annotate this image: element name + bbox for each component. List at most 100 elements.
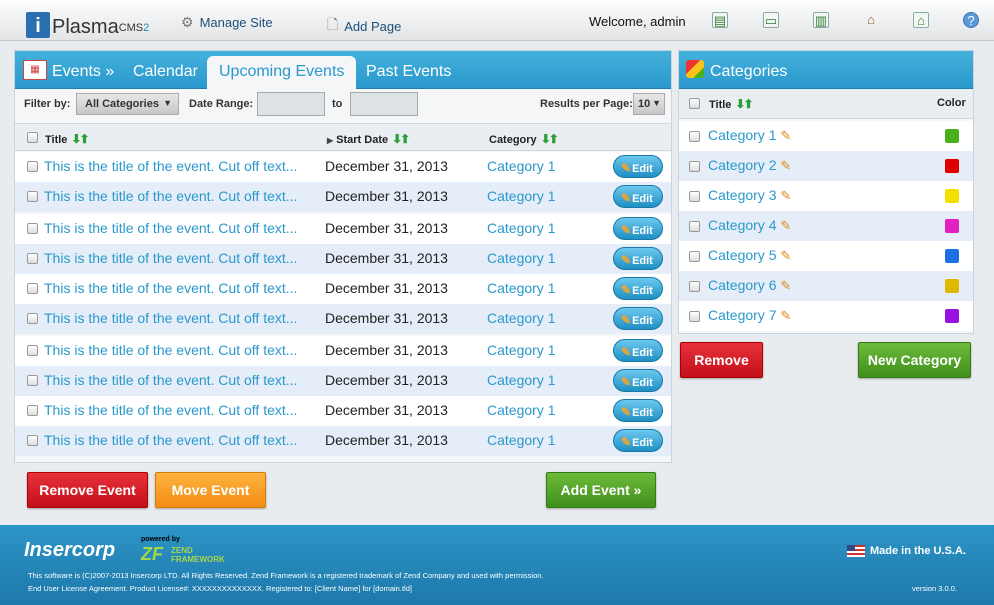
edit-event-button[interactable]: ✎Edit <box>613 277 663 300</box>
category-checkbox[interactable] <box>689 131 700 142</box>
pencil-icon[interactable]: ✎ <box>780 128 791 143</box>
event-category-link[interactable]: Category 1 <box>487 342 555 358</box>
remove-event-button[interactable]: Remove Event <box>27 472 148 508</box>
plasma-cms-logo[interactable]: i Plasma CMS2 <box>26 12 149 38</box>
zend-framework-logo[interactable]: ZF <box>141 544 163 565</box>
layout-icon[interactable]: ▤ <box>712 12 728 28</box>
category-checkbox[interactable] <box>689 221 700 232</box>
column-start-date[interactable]: ▶ Start Date ⬇⬆ <box>327 132 410 146</box>
category-name-link[interactable]: Category 3 ✎ <box>708 187 791 204</box>
event-category-link[interactable]: Category 1 <box>487 220 555 236</box>
row-checkbox[interactable] <box>27 283 38 294</box>
category-filter-select[interactable]: All Categories ▼ <box>76 93 179 115</box>
edit-event-button[interactable]: ✎Edit <box>613 155 663 178</box>
event-title-link[interactable]: This is the title of the event. Cut off … <box>44 310 297 326</box>
edit-event-button[interactable]: ✎Edit <box>613 369 663 392</box>
row-checkbox[interactable] <box>27 435 38 446</box>
event-category-link[interactable]: Category 1 <box>487 402 555 418</box>
move-event-button[interactable]: Move Event <box>155 472 266 508</box>
row-checkbox[interactable] <box>27 223 38 234</box>
row-checkbox[interactable] <box>27 161 38 172</box>
pencil-icon[interactable]: ✎ <box>780 248 791 263</box>
window-icon[interactable]: ▭ <box>763 12 779 28</box>
category-name-link[interactable]: Category 7 ✎ <box>708 307 791 324</box>
date-range-end-input[interactable] <box>350 92 418 116</box>
manage-site-link[interactable]: ⚙ Manage Site <box>181 14 273 31</box>
table-row[interactable]: This is the title of the event. Cut off … <box>15 336 671 366</box>
category-checkbox[interactable] <box>689 311 700 322</box>
category-name-link[interactable]: Category 4 ✎ <box>708 217 791 234</box>
event-category-link[interactable]: Category 1 <box>487 280 555 296</box>
event-category-link[interactable]: Category 1 <box>487 188 555 204</box>
row-checkbox[interactable] <box>27 191 38 202</box>
category-name-link[interactable]: Category 1 ✎ <box>708 127 791 144</box>
date-range-start-input[interactable] <box>257 92 325 116</box>
event-title-link[interactable]: This is the title of the event. Cut off … <box>44 432 297 448</box>
category-checkbox[interactable] <box>689 161 700 172</box>
pencil-icon[interactable]: ✎ <box>780 188 791 203</box>
add-page-link[interactable]: 🗋 Add Page <box>327 14 401 38</box>
pencil-icon[interactable]: ✎ <box>780 158 791 173</box>
table-row[interactable]: This is the title of the event. Cut off … <box>15 244 671 274</box>
category-name-link[interactable]: Category 2 ✎ <box>708 157 791 174</box>
column-category[interactable]: Category ⬇⬆ <box>489 132 559 146</box>
picture-icon[interactable]: ⌂ <box>913 12 929 28</box>
license-text[interactable]: End User License Agreement. Product Lice… <box>28 584 412 593</box>
column-title[interactable]: Title ⬇⬆ <box>45 132 90 146</box>
event-title-link[interactable]: This is the title of the event. Cut off … <box>44 372 297 388</box>
category-row[interactable]: Category 1 ✎ <box>679 121 973 151</box>
pencil-icon[interactable]: ✎ <box>780 308 791 323</box>
column-cat-title[interactable]: Title ⬇⬆ <box>709 97 754 111</box>
event-category-link[interactable]: Category 1 <box>487 432 555 448</box>
edit-event-button[interactable]: ✎Edit <box>613 429 663 452</box>
table-row[interactable]: This is the title of the event. Cut off … <box>15 366 671 396</box>
category-name-link[interactable]: Category 5 ✎ <box>708 247 791 264</box>
new-category-button[interactable]: New Category <box>858 342 971 378</box>
event-category-link[interactable]: Category 1 <box>487 250 555 266</box>
event-title-link[interactable]: This is the title of the event. Cut off … <box>44 250 297 266</box>
category-checkbox[interactable] <box>689 281 700 292</box>
row-checkbox[interactable] <box>27 313 38 324</box>
category-row[interactable]: Category 6 ✎ <box>679 271 973 301</box>
sidebar-layout-icon[interactable]: ▥ <box>813 12 829 28</box>
category-checkbox[interactable] <box>689 191 700 202</box>
category-checkbox[interactable] <box>689 251 700 262</box>
add-event-button[interactable]: Add Event » <box>546 472 656 508</box>
pencil-icon[interactable]: ✎ <box>780 278 791 293</box>
event-title-link[interactable]: This is the title of the event. Cut off … <box>44 402 297 418</box>
pencil-icon[interactable]: ✎ <box>780 218 791 233</box>
remove-category-button[interactable]: Remove <box>680 342 763 378</box>
event-title-link[interactable]: This is the title of the event. Cut off … <box>44 342 297 358</box>
edit-event-button[interactable]: ✎Edit <box>613 185 663 208</box>
table-row[interactable]: This is the title of the event. Cut off … <box>15 304 671 334</box>
edit-event-button[interactable]: ✎Edit <box>613 339 663 362</box>
row-checkbox[interactable] <box>27 253 38 264</box>
row-checkbox[interactable] <box>27 405 38 416</box>
tab-calendar[interactable]: Calendar <box>133 63 198 81</box>
event-title-link[interactable]: This is the title of the event. Cut off … <box>44 280 297 296</box>
insercorp-logo[interactable]: Insercorp <box>24 539 115 562</box>
category-row[interactable]: Category 2 ✎ <box>679 151 973 181</box>
tab-events[interactable]: Events » <box>52 63 114 81</box>
select-all-categories-checkbox[interactable] <box>689 98 700 109</box>
table-row[interactable]: This is the title of the event. Cut off … <box>15 396 671 426</box>
category-row[interactable]: Category 3 ✎ <box>679 181 973 211</box>
table-row[interactable]: This is the title of the event. Cut off … <box>15 274 671 304</box>
category-row[interactable]: Category 5 ✎ <box>679 241 973 271</box>
category-row[interactable]: Category 4 ✎ <box>679 211 973 241</box>
select-all-checkbox[interactable] <box>27 132 38 143</box>
row-checkbox[interactable] <box>27 345 38 356</box>
table-row[interactable]: This is the title of the event. Cut off … <box>15 182 671 212</box>
event-category-link[interactable]: Category 1 <box>487 158 555 174</box>
event-title-link[interactable]: This is the title of the event. Cut off … <box>44 188 297 204</box>
home-icon[interactable]: ⌂ <box>863 12 879 28</box>
table-row[interactable]: This is the title of the event. Cut off … <box>15 426 671 456</box>
event-title-link[interactable]: This is the title of the event. Cut off … <box>44 220 297 236</box>
tab-past-events[interactable]: Past Events <box>366 63 451 81</box>
help-icon[interactable]: ? <box>963 12 979 28</box>
edit-event-button[interactable]: ✎Edit <box>613 247 663 270</box>
tab-upcoming-events[interactable]: Upcoming Events <box>207 56 357 89</box>
row-checkbox[interactable] <box>27 375 38 386</box>
event-category-link[interactable]: Category 1 <box>487 310 555 326</box>
table-row[interactable]: This is the title of the event. Cut off … <box>15 152 671 182</box>
